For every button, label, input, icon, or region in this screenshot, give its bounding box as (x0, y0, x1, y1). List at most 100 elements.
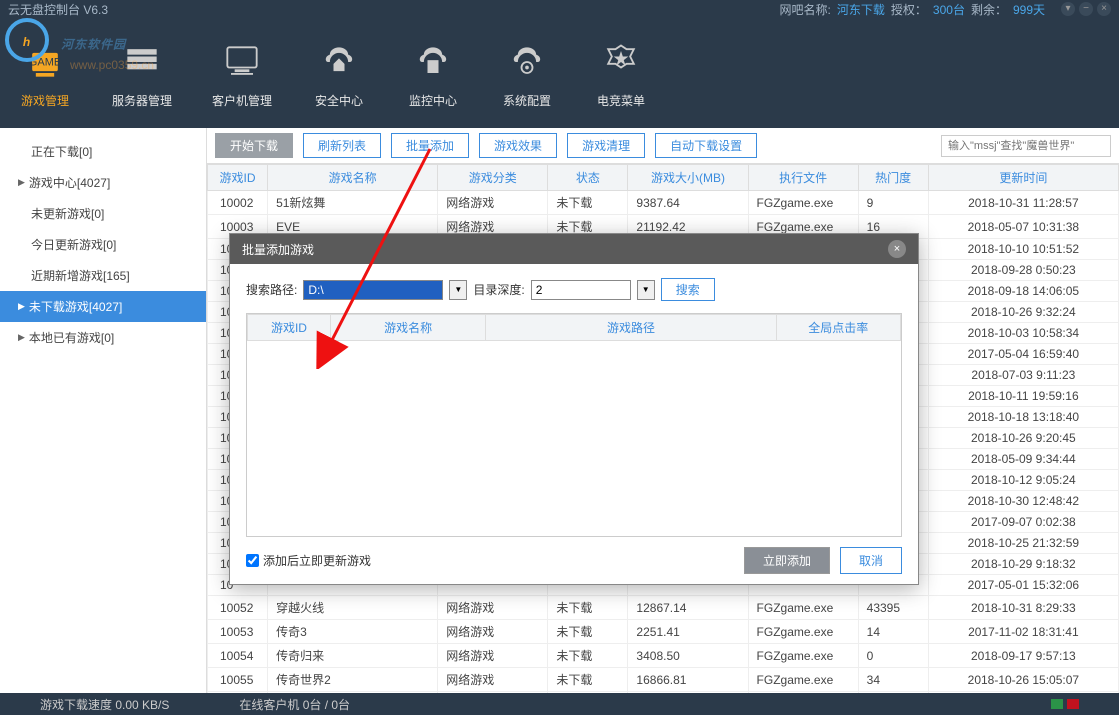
path-dropdown-button[interactable]: ▼ (449, 280, 467, 300)
nav-item-6[interactable]: 电竞菜单 (594, 38, 648, 109)
nav-item-0[interactable]: GAME 游戏管理 (18, 38, 72, 109)
col-header[interactable]: 游戏ID (208, 165, 268, 191)
sidebar-item-6[interactable]: ▶ 本地已有游戏[0] (0, 322, 206, 353)
nav-icon (594, 38, 648, 86)
sidebar: 正在下载[0] ▶ 游戏中心[4027] 未更新游戏[0] 今日更新游戏[0] 近期新增游… (0, 128, 207, 693)
sidebar-label: 本地已有游戏[0] (29, 329, 114, 346)
close-button[interactable]: × (1097, 2, 1111, 16)
nav-item-4[interactable]: 监控中心 (406, 38, 460, 109)
col-header[interactable]: 游戏名称 (268, 165, 438, 191)
top-nav: h 河东软件园 www.pc0359.cn GAME游戏管理服务器管理客户机管理… (0, 18, 1119, 128)
col-header[interactable]: 游戏分类 (438, 165, 548, 191)
sidebar-item-1[interactable]: ▶ 游戏中心[4027] (0, 167, 206, 198)
status-dot-red (1067, 699, 1079, 709)
depth-input[interactable] (531, 280, 631, 300)
nav-label: 客户机管理 (212, 92, 272, 109)
caret-icon: ▶ (18, 301, 25, 312)
nav-label: 电竞菜单 (597, 92, 645, 109)
nav-label: 游戏管理 (21, 92, 69, 109)
nav-label: 安全中心 (315, 92, 363, 109)
dialog-close-button[interactable]: × (888, 240, 906, 258)
table-row[interactable]: 1000251新炫舞网络游戏未下载9387.64FGZgame.exe92018… (208, 191, 1119, 215)
svg-text:GAME: GAME (29, 56, 61, 68)
watermark-sub: www.pc0359.cn (70, 58, 154, 72)
sidebar-item-5[interactable]: ▶未下载游戏[4027] (0, 291, 206, 322)
status-indicators (1051, 699, 1079, 709)
sidebar-label: 游戏中心[4027] (29, 174, 110, 191)
table-row[interactable]: 10054传奇归来网络游戏未下载3408.50FGZgame.exe02018-… (208, 644, 1119, 668)
titlebar: 云无盘控制台 V6.3 网吧名称: 河东下载 授权： 300台 剩余： 999天… (0, 0, 1119, 18)
nav-icon (406, 38, 460, 86)
depth-dropdown-button[interactable]: ▼ (637, 280, 655, 300)
col-header[interactable]: 执行文件 (748, 165, 858, 191)
game-clean-button[interactable]: 游戏清理 (567, 133, 645, 158)
caret-icon: ▶ (18, 177, 25, 188)
dialog-col-header[interactable]: 全局点击率 (776, 315, 900, 341)
dialog-add-button[interactable]: 立即添加 (744, 547, 830, 574)
sidebar-label: 正在下载[0] (31, 143, 92, 160)
table-row[interactable]: 10056传奇外传网络游戏未下载1351.46FGZgame.exe02017-… (208, 692, 1119, 694)
auto-download-button[interactable]: 自动下载设置 (655, 133, 757, 158)
nav-icon (500, 38, 554, 86)
remain-value: 999天 (1013, 1, 1045, 18)
col-header[interactable]: 状态 (548, 165, 628, 191)
col-header[interactable]: 热门度 (858, 165, 928, 191)
search-path-label: 搜索路径: (246, 281, 297, 298)
bar-name-value: 河东下载 (837, 1, 885, 18)
bar-name-label: 网吧名称: (780, 1, 831, 18)
nav-label: 系统配置 (503, 92, 551, 109)
app-title: 云无盘控制台 V6.3 (8, 1, 108, 18)
caret-icon: ▶ (18, 332, 25, 343)
online-clients: 在线客户机 0台 / 0台 (239, 696, 350, 713)
sidebar-item-3[interactable]: 今日更新游戏[0] (0, 229, 206, 260)
nav-item-3[interactable]: 安全中心 (312, 38, 366, 109)
game-effect-button[interactable]: 游戏效果 (479, 133, 557, 158)
auth-value: 300台 (933, 1, 965, 18)
dialog-result-grid[interactable]: 游戏ID游戏名称游戏路径全局点击率 (246, 313, 902, 537)
nav-item-2[interactable]: 客户机管理 (212, 38, 272, 109)
col-header[interactable]: 游戏大小(MB) (628, 165, 748, 191)
sidebar-item-4[interactable]: 近期新增游戏[165] (0, 260, 206, 291)
update-after-check-input[interactable] (246, 554, 259, 567)
sidebar-label: 未更新游戏[0] (31, 205, 104, 222)
dialog-title: 批量添加游戏 (242, 241, 314, 258)
dialog-titlebar[interactable]: 批量添加游戏 × (230, 234, 918, 264)
nav-item-1[interactable]: 服务器管理 (112, 38, 172, 109)
dialog-col-header[interactable]: 游戏ID (248, 315, 331, 341)
refresh-list-button[interactable]: 刷新列表 (303, 133, 381, 158)
statusbar: 游戏下载速度 0.00 KB/S 在线客户机 0台 / 0台 (0, 693, 1119, 715)
nav-icon: GAME (18, 38, 72, 86)
depth-label: 目录深度: (473, 281, 524, 298)
nav-item-5[interactable]: 系统配置 (500, 38, 554, 109)
titlebar-right: 网吧名称: 河东下载 授权： 300台 剩余： 999天 ▾ − × (780, 1, 1111, 18)
sidebar-item-0[interactable]: 正在下载[0] (0, 136, 206, 167)
batch-add-button[interactable]: 批量添加 (391, 133, 469, 158)
dialog-search-button[interactable]: 搜索 (661, 278, 715, 301)
sidebar-item-2[interactable]: 未更新游戏[0] (0, 198, 206, 229)
search-input[interactable] (941, 135, 1111, 157)
download-speed: 游戏下载速度 0.00 KB/S (40, 696, 169, 713)
sidebar-label: 今日更新游戏[0] (31, 236, 116, 253)
remain-label: 剩余： (971, 1, 1007, 18)
nav-icon (215, 38, 269, 86)
dialog-col-header[interactable]: 游戏路径 (486, 315, 776, 341)
col-header[interactable]: 更新时间 (928, 165, 1118, 191)
dropdown-button[interactable]: ▾ (1061, 2, 1075, 16)
dialog-cancel-button[interactable]: 取消 (840, 547, 902, 574)
toolbar: 开始下载 刷新列表 批量添加 游戏效果 游戏清理 自动下载设置 (207, 128, 1119, 164)
nav-label: 监控中心 (409, 92, 457, 109)
start-download-button[interactable]: 开始下载 (215, 133, 293, 158)
sidebar-label: 近期新增游戏[165] (31, 267, 130, 284)
minimize-button[interactable]: − (1079, 2, 1093, 16)
nav-icon (312, 38, 366, 86)
update-after-checkbox[interactable]: 添加后立即更新游戏 (246, 552, 371, 569)
batch-add-dialog: 批量添加游戏 × 搜索路径: ▼ 目录深度: ▼ 搜索 游戏ID游戏名称游戏路径… (229, 233, 919, 585)
nav-label: 服务器管理 (112, 92, 172, 109)
auth-label: 授权： (891, 1, 927, 18)
table-row[interactable]: 10055传奇世界2网络游戏未下载16866.81FGZgame.exe3420… (208, 668, 1119, 692)
table-row[interactable]: 10052穿越火线网络游戏未下载12867.14FGZgame.exe43395… (208, 596, 1119, 620)
dialog-col-header[interactable]: 游戏名称 (330, 315, 485, 341)
table-row[interactable]: 10053传奇3网络游戏未下载2251.41FGZgame.exe142017-… (208, 620, 1119, 644)
search-path-input[interactable] (303, 280, 443, 300)
status-dot-green (1051, 699, 1063, 709)
